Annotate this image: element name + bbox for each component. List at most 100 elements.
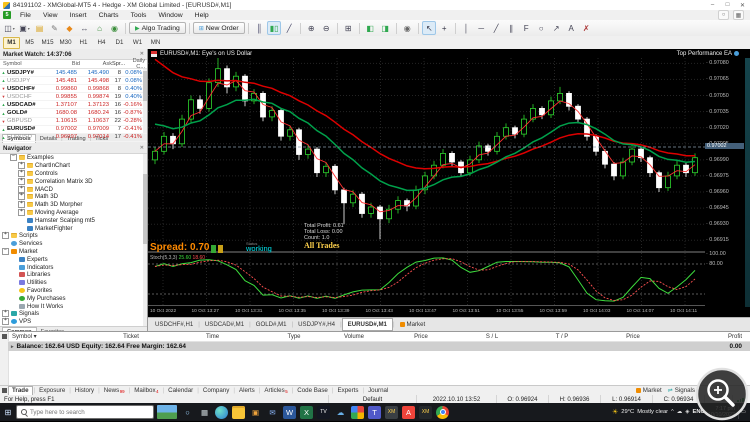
timeframe-h4[interactable]: H4	[93, 37, 110, 49]
teams-icon[interactable]: T	[368, 405, 381, 419]
toolbox-column-s-l[interactable]: S / L	[457, 334, 527, 340]
tab-alerts[interactable]: Alerts	[236, 387, 258, 394]
time-axis[interactable]: 10 Oct 2022 10 Oct 13:27 10 Oct 13:31 10 Oc…	[148, 307, 750, 317]
layout-icon[interactable]: ▦	[733, 10, 744, 20]
nav-item-favorites[interactable]: Favorites	[0, 287, 147, 295]
expand-box-icon[interactable]: +	[18, 177, 25, 185]
new-order-button[interactable]: ⊞ New Order	[192, 22, 245, 34]
tab-history[interactable]: History	[72, 387, 97, 394]
search-input[interactable]	[30, 408, 149, 416]
nav-item-scripts[interactable]: + Scripts	[0, 232, 147, 240]
indicator-list-icon[interactable]: ◨	[378, 21, 392, 35]
taskbar-search[interactable]	[16, 405, 154, 419]
bar-chart-icon[interactable]: ║	[252, 21, 266, 35]
nav-item-how-it-works[interactable]: How It Works	[0, 302, 147, 310]
close-button[interactable]: ✕	[735, 2, 750, 9]
timeframe-w1[interactable]: W1	[129, 37, 146, 49]
expand-box-icon[interactable]: +	[18, 208, 25, 216]
price-chart[interactable]	[148, 58, 705, 307]
market-watch-row-gbpusd[interactable]: ▼ GBPUSD 1.10615 1.10637 22 -0.28%	[0, 118, 147, 126]
market-watch-row-usdcad[interactable]: ▲ USDCAD# 1.37107 1.37123 16 -0.16%	[0, 101, 147, 110]
metaeditor-icon[interactable]: ✎	[48, 21, 62, 35]
menu-view[interactable]: View	[37, 12, 64, 19]
panel-close-icon[interactable]: ✕	[140, 51, 144, 57]
weather-icon[interactable]: ☀	[612, 408, 618, 416]
photos-icon[interactable]	[351, 405, 364, 419]
mt5-icon[interactable]: XM	[419, 405, 432, 419]
tab-trade[interactable]: Trade	[8, 385, 33, 396]
collapse-box-icon[interactable]: −	[2, 247, 9, 255]
menu-insert[interactable]: Insert	[64, 12, 93, 19]
toolbox-column-profit[interactable]: Profit	[669, 334, 750, 340]
tab-calendar[interactable]: Calendar	[165, 387, 196, 394]
toolbox-column-price[interactable]: Price	[597, 334, 669, 340]
timeframe-m5[interactable]: M5	[21, 37, 38, 49]
mt4-icon[interactable]: XM	[385, 405, 398, 419]
nav-item-experts[interactable]: Experts	[0, 255, 147, 263]
screenshot-icon[interactable]: ◉	[400, 21, 414, 35]
text-label-icon[interactable]: A	[564, 21, 578, 35]
nav-item-marketfighter[interactable]: MarketFighter	[0, 224, 147, 232]
tab-experts[interactable]: Experts	[334, 387, 361, 394]
mail-icon[interactable]: ✉	[266, 406, 279, 419]
store-icon[interactable]: ▣	[249, 406, 262, 419]
toolbox-column-ticket[interactable]: Ticket	[102, 334, 160, 340]
market-watch-row-usdjpy[interactable]: ▲ USDJPY 145.481 145.498 17 0.08%	[0, 77, 147, 86]
profiles-icon[interactable]: ▣ ▾	[18, 21, 32, 35]
market-watch-row-usdchf[interactable]: ▼ USDCHF 0.99855 0.99874 19 0.40%	[0, 93, 147, 102]
panel-close-icon[interactable]: ✕	[140, 145, 144, 151]
market-watch-row-eurusd[interactable]: ▲ EURUSD# 0.97002 0.97009 7 -0.41%	[0, 126, 147, 134]
candle-chart-icon[interactable]: ▮▯	[267, 21, 282, 35]
toolbox-column-time[interactable]: Time	[160, 334, 265, 340]
market-watch-row-usdjpy[interactable]: ▲ USDJPY# 145.485 145.490 8 0.08%	[0, 69, 147, 78]
timeframe-d1[interactable]: D1	[111, 37, 128, 49]
connection-icon[interactable]: ↔	[78, 21, 92, 35]
weather-widget[interactable]	[157, 405, 177, 419]
cursor-icon[interactable]: ↖	[422, 21, 437, 35]
toolbox-column-price[interactable]: Price	[385, 334, 457, 340]
chrome-icon[interactable]	[436, 405, 449, 419]
chart-tab-usdjpy-h4[interactable]: USDJPY#,H4	[293, 319, 340, 330]
nav-item-moving-average[interactable]: + Moving Average	[0, 208, 147, 217]
nav-item-my-purchases[interactable]: My Purchases	[0, 294, 147, 302]
market-watch-scrollbar[interactable]	[143, 69, 147, 133]
column-symbol[interactable]: Symbol	[0, 61, 48, 67]
chart-tab-gold-m1[interactable]: GOLD#,M1	[251, 319, 292, 330]
toolbox-column-symbol[interactable]: Symbol ▾	[8, 333, 102, 340]
expand-box-icon[interactable]: +	[2, 318, 9, 326]
market-watch-row-eurusd[interactable]: ▲ EURUSD 0.96997 0.97014 17 -0.41%	[0, 134, 147, 142]
tray-icon[interactable]: ◈	[685, 409, 689, 415]
market-shortcut[interactable]: Market	[635, 387, 662, 394]
community-icon[interactable]: ◉	[108, 21, 122, 35]
tab-news[interactable]: News 99	[101, 387, 128, 394]
tray-icon[interactable]: ☁	[677, 409, 683, 415]
edge-icon[interactable]	[215, 405, 228, 419]
screen-magnifier-overlay[interactable]	[692, 364, 750, 422]
column-ask[interactable]: Ask	[80, 61, 112, 67]
tradingview-icon[interactable]: TV	[317, 405, 330, 419]
nav-item-market[interactable]: − Market	[0, 247, 147, 256]
balance-row[interactable]: ▸ Balance: 162.64 USD Equity: 162.64 Fre…	[8, 342, 750, 351]
tab-journal[interactable]: Journal	[365, 387, 391, 394]
fibonacci-icon[interactable]: F	[519, 21, 533, 35]
maximize-button[interactable]: □	[720, 2, 735, 9]
navigator-scrollbar[interactable]	[143, 154, 147, 326]
excel-icon[interactable]: X	[300, 405, 313, 419]
chart-tab-market[interactable]: Market	[395, 319, 431, 330]
trendline-icon[interactable]: ╱	[489, 21, 503, 35]
column-bid[interactable]: Bid	[48, 61, 80, 67]
task-view-icon[interactable]: ▦	[198, 406, 211, 419]
lock-icon[interactable]: ◆	[63, 21, 77, 35]
tab-company[interactable]: Company	[200, 387, 232, 394]
tab-mailbox[interactable]: Mailbox 4	[131, 387, 161, 394]
publish-icon[interactable]: ⌂	[93, 21, 107, 35]
nav-item-hamster-scalping-mt5[interactable]: Hamster Scalping mt5	[0, 216, 147, 224]
nav-item-indicators[interactable]: Indicators	[0, 263, 147, 271]
tab-exposure[interactable]: Exposure	[36, 387, 68, 394]
tile-windows-icon[interactable]: ⊞	[341, 21, 355, 35]
chart-tab-eurusd-m1[interactable]: EURUSD#,M1	[341, 318, 393, 331]
tab-code-base[interactable]: Code Base	[294, 387, 331, 394]
menu-file[interactable]: File	[14, 12, 37, 19]
delete-objects-icon[interactable]: ✗	[579, 21, 593, 35]
timeframe-m30[interactable]: M30	[57, 37, 74, 49]
